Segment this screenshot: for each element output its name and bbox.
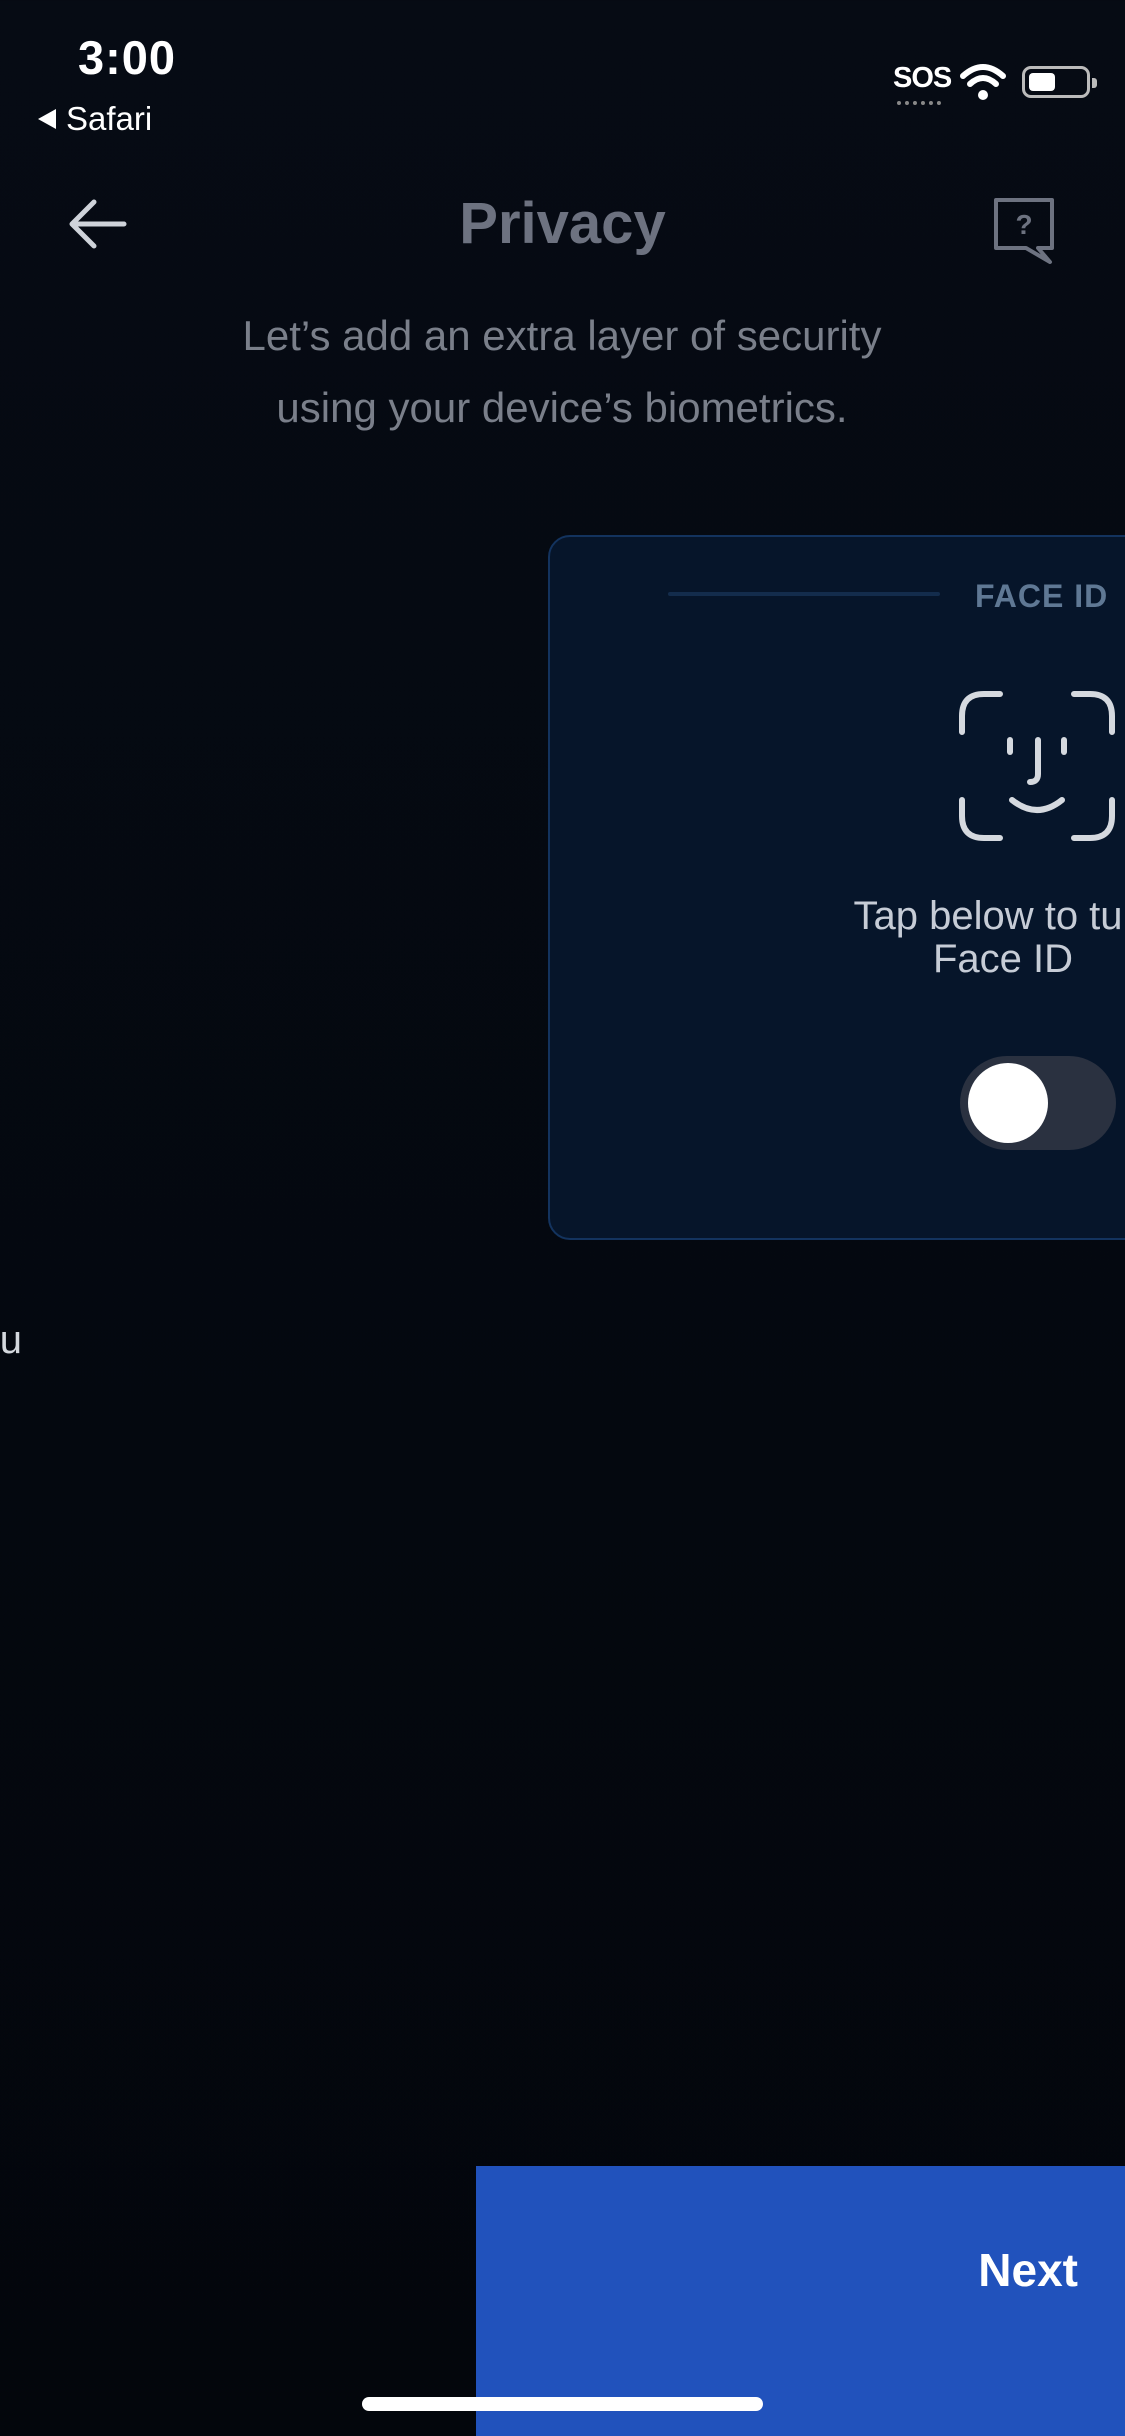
next-button-label: Next: [978, 2244, 1078, 2296]
face-id-icon: [959, 691, 1115, 841]
help-glyph: ?: [1015, 209, 1032, 240]
back-triangle-icon: [38, 109, 56, 129]
card-text-line-1: Tap below to tu: [853, 894, 1123, 938]
face-id-toggle[interactable]: [960, 1056, 1116, 1150]
next-button[interactable]: Next: [476, 2166, 1125, 2436]
signal-dots: [897, 97, 941, 105]
card-instructions: Tap below to tu Face ID: [838, 895, 1125, 981]
page-title: Privacy: [459, 191, 666, 256]
offscreen-text-fragment: u!: [0, 1318, 22, 1362]
toggle-knob: [968, 1063, 1048, 1143]
battery-icon: [1022, 66, 1097, 98]
subtitle-line-1: Let’s add an extra layer of security: [242, 312, 882, 359]
back-to-safari-link[interactable]: Safari: [38, 100, 152, 138]
card-divider: [668, 592, 940, 596]
subtitle-line-2: using your device’s biometrics.: [276, 384, 848, 431]
card-text-line-2: Face ID: [932, 937, 1074, 981]
sos-indicator: SOS: [893, 62, 952, 94]
back-app-label: Safari: [66, 100, 153, 137]
subtitle: Let’s add an extra layer of security usi…: [112, 300, 1012, 444]
card-label: FACE ID: [975, 578, 1109, 614]
help-question-icon[interactable]: ?: [992, 196, 1056, 268]
home-indicator[interactable]: [362, 2397, 763, 2411]
wifi-icon: [960, 64, 1006, 100]
status-time: 3:00: [78, 31, 177, 84]
